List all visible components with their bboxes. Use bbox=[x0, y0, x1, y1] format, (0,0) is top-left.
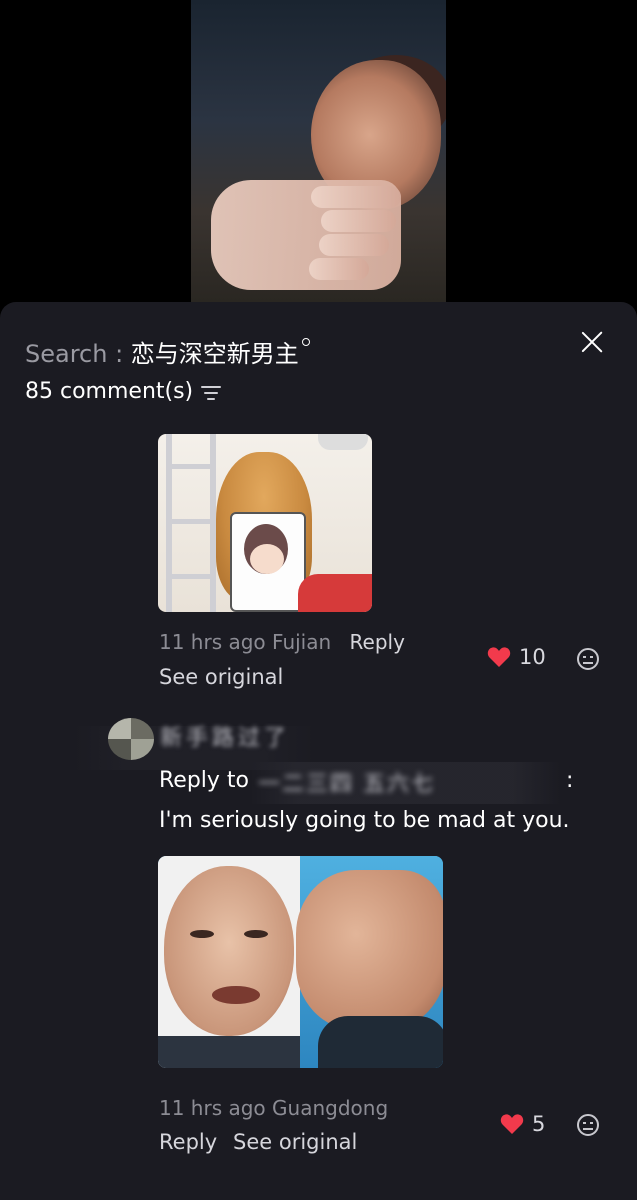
emoji-reaction-icon[interactable] bbox=[577, 648, 599, 670]
lamp-shape bbox=[318, 434, 368, 450]
search-query[interactable]: 恋与深空新男主 bbox=[131, 340, 299, 368]
like-count: 10 bbox=[519, 645, 546, 669]
reply-to-label: Reply to bbox=[159, 768, 250, 793]
comment-time: 11 hrs ago bbox=[159, 630, 266, 654]
pillow-face bbox=[250, 544, 284, 574]
screen: Search : 恋与深空新男主 85 comment(s) 11 hrs ag… bbox=[0, 0, 637, 1200]
heart-icon bbox=[500, 1114, 524, 1134]
bed-shape bbox=[298, 574, 372, 612]
comment-meta: 11 hrs ago Guangdong bbox=[159, 1096, 388, 1120]
ladder-shape bbox=[166, 434, 216, 612]
comment-time: 11 hrs ago bbox=[159, 1096, 266, 1120]
video-finger bbox=[319, 234, 389, 256]
commenter-username[interactable]: 新手路过了 bbox=[160, 720, 290, 752]
like-button[interactable]: 10 bbox=[487, 645, 546, 669]
eye-shape bbox=[244, 930, 268, 938]
video-finger bbox=[309, 258, 369, 280]
comment-meta: 11 hrs ago Fujian Reply bbox=[159, 630, 405, 654]
comment-text: I'm seriously going to be mad at you. bbox=[159, 808, 570, 833]
reply-button[interactable]: Reply bbox=[350, 630, 405, 654]
shirt-shape bbox=[318, 1016, 443, 1068]
ladder-rung bbox=[172, 519, 210, 524]
ladder-rung bbox=[172, 464, 210, 469]
see-original-link[interactable]: See original bbox=[159, 665, 283, 689]
comment-count: 85 comment(s) bbox=[25, 379, 194, 404]
hand-over-face-shape bbox=[296, 870, 443, 1030]
like-count: 5 bbox=[532, 1112, 546, 1136]
crying-face-shape bbox=[164, 866, 294, 1036]
shirt-shape bbox=[158, 1036, 300, 1068]
video-finger bbox=[321, 210, 396, 232]
ladder-rung bbox=[172, 574, 210, 579]
comment-location: Guangdong bbox=[272, 1096, 389, 1120]
emoji-reaction-icon[interactable] bbox=[577, 1114, 599, 1136]
reply-target-username[interactable]: 一二三四 五六七 bbox=[258, 766, 550, 800]
comment-image-dog-meme[interactable] bbox=[158, 434, 372, 612]
reply-button[interactable]: Reply bbox=[159, 1130, 217, 1154]
search-header[interactable]: Search : 恋与深空新男主 bbox=[25, 334, 311, 374]
like-button[interactable]: 5 bbox=[500, 1112, 545, 1136]
comment-location: Fujian bbox=[272, 630, 332, 654]
search-icon[interactable] bbox=[301, 334, 311, 346]
comment-count-row: 85 comment(s) bbox=[25, 379, 223, 404]
avatar[interactable] bbox=[108, 718, 154, 760]
reply-colon: : bbox=[566, 768, 574, 793]
pillow-shape bbox=[230, 512, 306, 612]
sort-icon[interactable] bbox=[201, 384, 223, 400]
search-prefix: Search : bbox=[25, 340, 131, 368]
video-finger bbox=[311, 186, 401, 208]
mouth-shape bbox=[212, 986, 260, 1004]
see-original-link[interactable]: See original bbox=[233, 1130, 357, 1154]
eye-shape bbox=[190, 930, 214, 938]
comment-image-crying-meme[interactable] bbox=[158, 856, 443, 1068]
heart-icon bbox=[487, 647, 511, 667]
video-preview[interactable] bbox=[191, 0, 446, 302]
close-button[interactable] bbox=[576, 326, 608, 358]
